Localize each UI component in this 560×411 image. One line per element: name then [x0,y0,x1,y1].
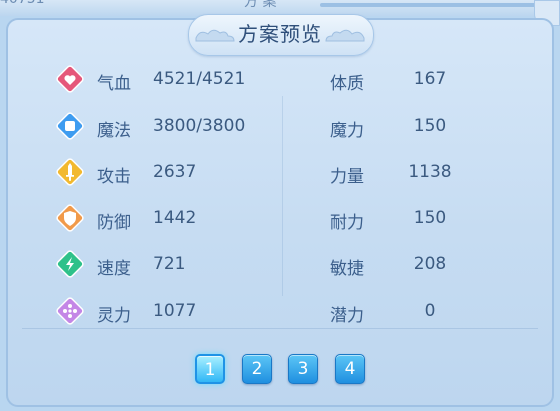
heart-icon [56,65,84,93]
page-button-1[interactable]: 1 [195,354,225,384]
stat-value: 2637 [153,162,197,182]
mana-icon [56,112,84,140]
stat-value: 3800/3800 [153,116,246,136]
shield-icon [56,204,84,232]
page-button-3[interactable]: 3 [288,354,318,384]
stat-value: 1077 [153,301,197,321]
stat-row-spirit: 灵力 1077 潜力 0 [0,295,560,327]
attr-label: 力量 [330,167,364,187]
attr-value: 208 [413,254,447,274]
stat-label: 速度 [97,259,131,279]
top-decor-line [320,3,540,7]
stat-row-defense: 防御 1442 耐力 150 [0,202,560,234]
attr-value: 150 [413,208,447,228]
stat-value: 721 [153,254,186,274]
stat-row-hp: 气血 4521/4521 体质 167 [0,63,560,95]
attr-label: 耐力 [330,213,364,233]
attr-value: 0 [424,301,436,321]
attr-value: 150 [413,116,447,136]
attr-value: 167 [413,69,447,89]
attr-label: 敏捷 [330,259,364,279]
stat-row-mp: 魔法 3800/3800 魔力 150 [0,110,560,142]
attr-label: 魔力 [330,121,364,141]
stat-row-speed: 速度 721 敏捷 208 [0,248,560,280]
spirit-icon [56,297,84,325]
page-button-4[interactable]: 4 [335,354,365,384]
footer-divider [22,328,538,329]
clipped-top-text: 40751 [0,0,45,7]
stat-label: 攻击 [97,167,131,187]
stat-value: 1442 [153,208,197,228]
stat-value: 4521/4521 [153,69,246,89]
attr-label: 体质 [330,74,364,94]
page-title: 方案预览 [238,22,322,46]
clipped-top-text-2: 方 案 [244,0,277,10]
sword-icon [56,158,84,186]
attr-label: 潜力 [330,306,364,326]
stat-label: 魔法 [97,121,131,141]
stat-label: 灵力 [97,306,131,326]
stat-label: 防御 [97,213,131,233]
attr-value: 1138 [408,162,452,182]
stat-row-attack: 攻击 2637 力量 1138 [0,156,560,188]
lightning-icon [56,250,84,278]
page-button-2[interactable]: 2 [242,354,272,384]
stat-label: 气血 [97,74,131,94]
